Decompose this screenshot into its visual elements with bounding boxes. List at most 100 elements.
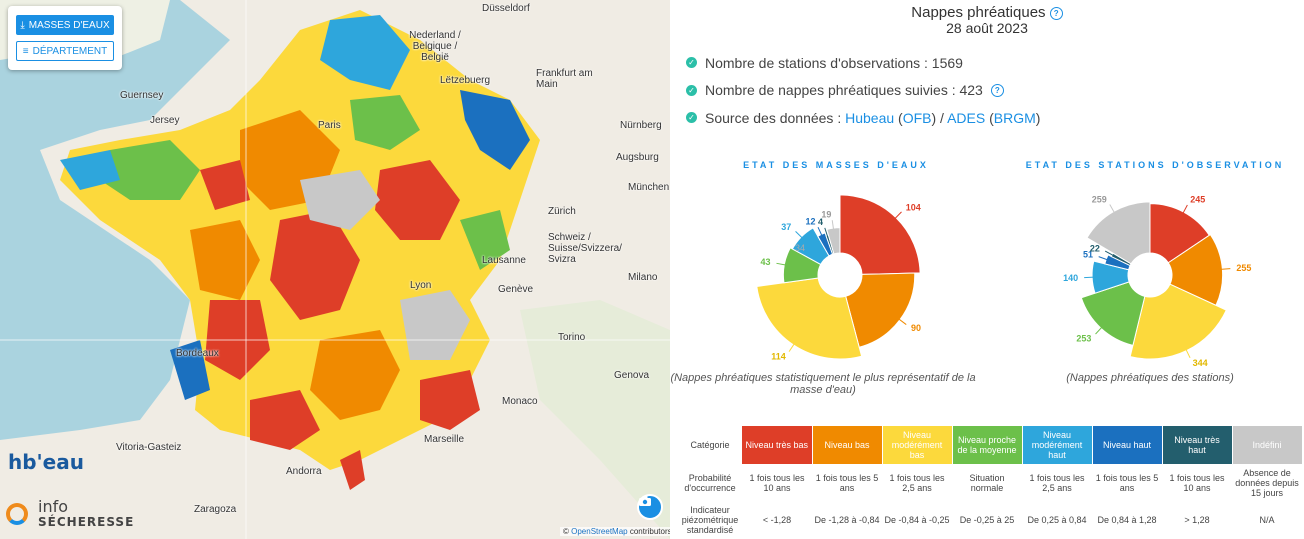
data-label: 140 <box>1063 273 1078 283</box>
legend-row-label: Indicateur piézométrique standardisé <box>681 505 739 535</box>
list-item: ✓ Nombre de stations d'observations : 15… <box>686 49 1040 77</box>
legend-indicator: De -1,28 à -0,84 <box>814 515 880 525</box>
departement-label: DÉPARTEMENT <box>32 45 108 57</box>
data-label: 259 <box>1092 194 1107 204</box>
legend-probability: Situation normale <box>969 473 1005 493</box>
check-icon: ✓ <box>686 57 697 69</box>
map-view[interactable]: Düsseldorf Nederland / Belgique / België… <box>0 0 670 539</box>
stats-list: ✓ Nombre de stations d'observations : 15… <box>686 49 1040 132</box>
screenshot-button[interactable] <box>637 494 663 520</box>
map-label: Lëtzebuerg <box>440 75 491 86</box>
data-label: 344 <box>1193 358 1208 368</box>
legend-probability: 1 fois tous les 10 ans <box>749 473 805 493</box>
legend-probability: 1 fois tous les 2,5 ans <box>1029 473 1085 493</box>
map-label: Milano <box>628 272 658 283</box>
legend-probability: 1 fois tous les 2,5 ans <box>889 473 945 493</box>
data-label: 255 <box>1236 263 1251 273</box>
map-label: Zaragoza <box>194 504 237 515</box>
map-label: Genève <box>498 284 534 295</box>
masses-eaux-label: MASSES D'EAUX <box>28 19 110 31</box>
ofb-link[interactable]: OFB <box>903 110 932 126</box>
data-label: 43 <box>761 257 771 267</box>
legend-indicator: De -0,84 à -0,25 <box>884 515 950 525</box>
chart2-caption: (Nappes phréatiques des stations) <box>1066 372 1234 384</box>
legend-category: Indéfini <box>1232 426 1303 464</box>
legend-row-label: Catégorie <box>690 440 730 450</box>
stat-source: Source des données : Hubeau (OFB) / ADES… <box>705 109 1041 126</box>
map-label: Lyon <box>410 280 432 291</box>
page-date: 28 août 2023 <box>946 20 1028 36</box>
map-label: Schweiz / Suisse/Svizzera/ Svizra <box>548 232 622 265</box>
info-panel: Nappes phréatiques ? 28 août 2023 ✓ Nomb… <box>670 0 1304 539</box>
data-label: 12 <box>806 217 816 227</box>
pie-slice[interactable] <box>756 277 863 360</box>
map-label: Genova <box>614 370 650 381</box>
legend-indicator: N/A <box>1259 515 1275 525</box>
map-label: Vitoria-Gasteiz <box>116 442 182 453</box>
page-title: Nappes phréatiques ? <box>670 4 1304 21</box>
map-label: Frankfurt am Main <box>536 68 593 90</box>
map-label: Andorra <box>286 466 322 477</box>
map-label: Nederland / Belgique / België <box>409 30 461 63</box>
legend-indicator: < -1,28 <box>762 515 792 525</box>
legend-category: Niveau modérément bas <box>882 426 953 464</box>
data-label: 253 <box>1076 333 1091 343</box>
help-icon[interactable]: ? <box>1049 6 1063 20</box>
map-label: Paris <box>318 120 341 131</box>
legend-probability: Absence de données depuis 15 jours <box>1235 468 1299 498</box>
legend-probability: 1 fois tous les 5 ans <box>1095 473 1159 493</box>
map-label: Monaco <box>502 396 538 407</box>
camera-icon <box>639 496 651 506</box>
map-attribution: © OpenStreetMap contributors <box>560 527 670 536</box>
brgm-link[interactable]: BRGM <box>994 110 1036 126</box>
data-label: 104 <box>906 203 921 213</box>
chart2-title: ETAT DES STATIONS D'OBSERVATION <box>1025 160 1285 170</box>
legend-table: Catégorie Niveau très bas Niveau bas Niveau… <box>678 426 1303 538</box>
openstreetmap-link[interactable]: OpenStreetMap <box>571 527 627 536</box>
legend-category: Niveau haut <box>1092 426 1163 464</box>
data-label: 245 <box>1190 195 1205 205</box>
check-icon: ✓ <box>686 112 697 124</box>
label-leader <box>788 343 796 352</box>
map-label: Düsseldorf <box>482 3 530 14</box>
map-label: Zürich <box>548 206 576 217</box>
data-label: 114 <box>771 352 786 362</box>
legend-indicator: De 0,25 à 0,84 <box>1027 515 1087 525</box>
legend-indicator: De 0,84 à 1,28 <box>1097 515 1157 525</box>
legend-probability: 1 fois tous les 10 ans <box>1169 473 1225 493</box>
legend-probability: 1 fois tous les 5 ans <box>815 473 879 493</box>
departement-button[interactable]: ≡ DÉPARTEMENT <box>16 41 114 61</box>
masses-eaux-button[interactable]: ⤓ MASSES D'EAUX <box>16 15 114 35</box>
map-label: Augsburg <box>616 152 659 163</box>
map-label: München <box>628 182 670 193</box>
map-label: Jersey <box>150 115 180 126</box>
data-sublabel: 34 <box>795 243 805 253</box>
stat-nappes: Nombre de nappes phréatiques suivies : 4… <box>705 82 983 99</box>
pie-slice[interactable] <box>1086 201 1151 265</box>
ades-link[interactable]: ADES <box>947 110 985 126</box>
label-leader <box>897 318 907 325</box>
download-icon: ⤓ <box>20 19 25 31</box>
masses-eaux-chart: 10490114433712 41934 <box>756 194 921 362</box>
list-item: ✓ Nombre de nappes phréatiques suivies :… <box>686 77 1040 105</box>
hubeau-link[interactable]: Hubeau <box>845 110 894 126</box>
info-logo-text: info <box>38 497 69 516</box>
stat-stations: Nombre de stations d'observations : 1569 <box>705 54 963 71</box>
help-icon[interactable]: ? <box>990 83 1004 97</box>
chart1-title: ETAT DES MASSES D'EAUX <box>743 160 929 170</box>
legend-indicator: De -0,25 à 25 <box>959 515 1015 525</box>
map-label: Nürnberg <box>620 120 662 131</box>
label-leader <box>795 231 804 239</box>
title-text: Nappes phréatiques <box>911 4 1046 21</box>
legend-row-label: Probabilité d'occurrence <box>684 473 736 493</box>
list-item: ✓ Source des données : Hubeau (OFB) / AD… <box>686 104 1040 132</box>
map-label: Marseille <box>424 434 465 445</box>
label-leader <box>894 211 902 220</box>
data-label: 37 <box>781 222 791 232</box>
label-leader <box>1095 326 1103 335</box>
legend-category: Niveau très bas <box>742 426 813 464</box>
legend-indicator: > 1,28 <box>1184 515 1210 525</box>
stations-chart: 2452553442531405122259 <box>1063 194 1251 368</box>
legend-category: Niveau très haut <box>1162 426 1233 464</box>
map-label: Bordeaux <box>176 348 219 359</box>
